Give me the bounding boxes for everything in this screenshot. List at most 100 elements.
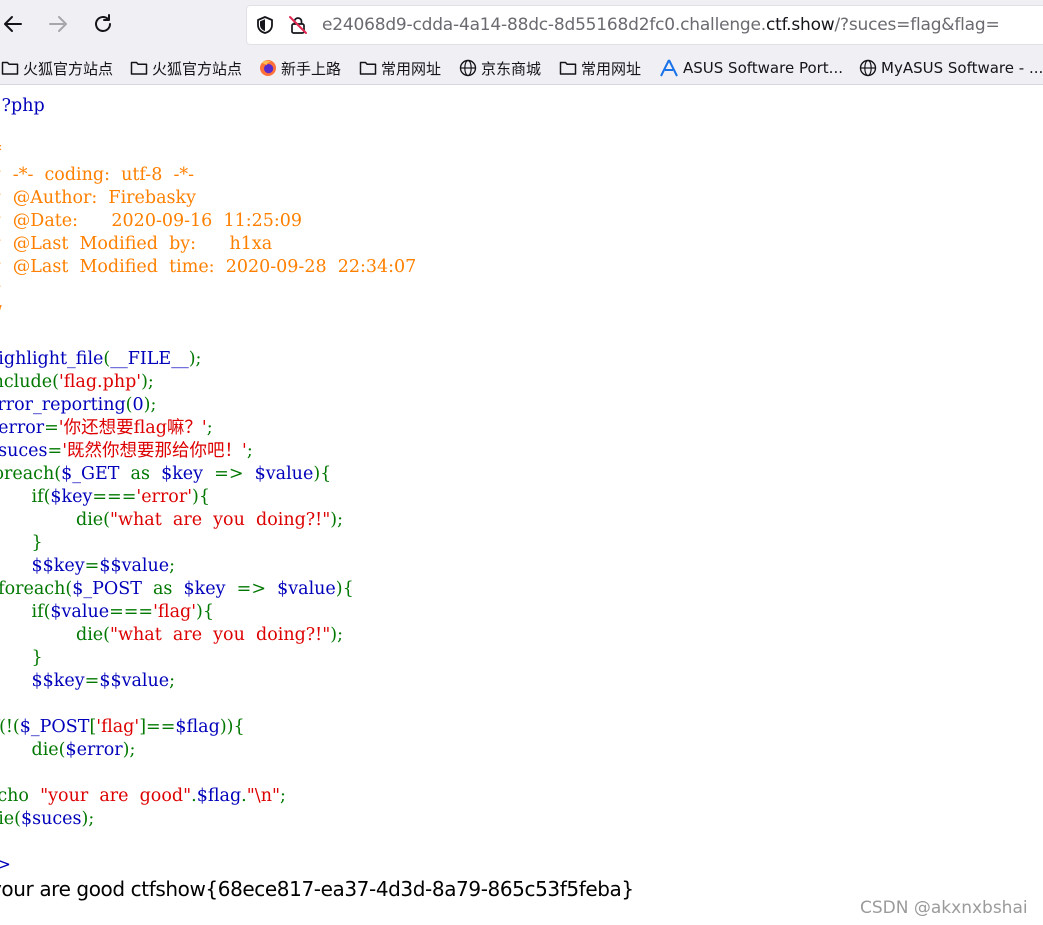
folder-icon bbox=[359, 61, 377, 75]
code-token-string: '既然你想要那给你吧！' bbox=[62, 441, 247, 461]
code-token-keyword: } bbox=[31, 648, 43, 668]
code-token-keyword: ){ bbox=[196, 602, 214, 622]
code-line: ?> bbox=[0, 855, 11, 875]
code-token-keyword: ){ bbox=[192, 487, 210, 507]
url-query: /?suces=flag&flag= bbox=[834, 15, 1000, 35]
bookmark-label: 常用网址 bbox=[381, 59, 442, 78]
code-token-string: 'error' bbox=[136, 487, 193, 507]
code-line: die($error); bbox=[0, 740, 136, 760]
back-icon bbox=[4, 16, 22, 32]
code-token-string: '你还想要flag嘛？' bbox=[58, 418, 207, 438]
code-line: if($key==='error'){ bbox=[0, 487, 210, 507]
code-token-keyword: die( bbox=[31, 740, 66, 760]
code-line: # bbox=[0, 280, 2, 300]
back-button[interactable] bbox=[0, 6, 31, 42]
bookmark-item[interactable]: 新手上路 bbox=[259, 52, 341, 84]
code-token-default: $error bbox=[0, 418, 45, 438]
code-token-keyword: === bbox=[92, 487, 137, 507]
code-token-comment: # @Date: 2020-09-16 11:25:09 bbox=[0, 211, 303, 231]
code-token-keyword: die( bbox=[0, 809, 21, 829]
code-token-keyword: if( bbox=[31, 602, 51, 622]
code-token-keyword: if(!( bbox=[0, 717, 20, 737]
code-token-default: ?> bbox=[0, 855, 12, 875]
globe-icon bbox=[459, 59, 477, 77]
code-line: # -*- coding: utf-8 -*- bbox=[0, 165, 194, 185]
insecure-lock-icon[interactable] bbox=[288, 15, 308, 35]
code-line: $$key=$$value; bbox=[0, 556, 176, 576]
shield-icon[interactable] bbox=[255, 15, 275, 35]
code-token-keyword: ); bbox=[81, 809, 95, 829]
code-line: foreach($_GET as $key => $value){ bbox=[0, 464, 331, 484]
code-token-keyword: die( bbox=[76, 625, 110, 645]
code-token-default: $_POST bbox=[19, 717, 90, 737]
code-token-comment: # @Author: Firebasky bbox=[0, 188, 196, 208]
code-line: # @Author: Firebasky bbox=[0, 188, 196, 208]
bookmark-item[interactable]: 火狐官方站点 bbox=[1, 52, 113, 84]
code-token-comment: # @Last Modified time: 2020-09-28 22:34:… bbox=[0, 257, 417, 277]
code-token-keyword: as bbox=[153, 579, 184, 599]
code-line: # @Last Modified by: h1xa bbox=[0, 234, 272, 254]
code-token-default: $error bbox=[65, 740, 123, 760]
code-token-comment: /* bbox=[0, 142, 2, 162]
folder-icon bbox=[130, 61, 148, 75]
code-token-comment: */ bbox=[0, 303, 2, 323]
code-line: } bbox=[0, 533, 43, 553]
code-token-default: 0 bbox=[132, 395, 144, 415]
code-token-string: "\n" bbox=[246, 786, 281, 806]
code-line: $suces='既然你想要那给你吧！'; bbox=[0, 441, 253, 461]
code-token-default: error_reporting bbox=[0, 395, 126, 415]
code-token-keyword bbox=[0, 671, 32, 691]
code-line: if($value==='flag'){ bbox=[0, 602, 215, 622]
code-line: # @Last Modified time: 2020-09-28 22:34:… bbox=[0, 257, 416, 277]
code-token-string: "what are you doing?!" bbox=[110, 510, 331, 530]
forward-button[interactable] bbox=[40, 6, 76, 42]
code-line: error_reporting(0); bbox=[0, 395, 156, 415]
code-token-keyword: include( bbox=[0, 372, 59, 392]
code-token-keyword: ; bbox=[169, 671, 176, 691]
reload-button[interactable] bbox=[85, 6, 121, 42]
code-token-keyword: ( bbox=[125, 395, 133, 415]
code-token-keyword: === bbox=[109, 602, 154, 622]
bookmark-label: 常用网址 bbox=[581, 59, 642, 78]
code-token-keyword: } bbox=[31, 533, 43, 553]
url-text[interactable]: e24068d9-cdda-4a14-88dc-8d55168d2fc0.cha… bbox=[322, 5, 1000, 45]
code-token-keyword: ); bbox=[330, 510, 343, 530]
code-line: /* bbox=[0, 142, 2, 162]
csdn-watermark: CSDN @akxnxbshai bbox=[860, 898, 1028, 918]
folder-icon bbox=[1, 61, 19, 75]
bookmark-label: 新手上路 bbox=[281, 59, 342, 78]
code-token-keyword: )){ bbox=[219, 717, 245, 737]
code-token-keyword: = bbox=[84, 556, 100, 576]
code-token-keyword bbox=[0, 556, 32, 576]
code-token-keyword: ; bbox=[206, 418, 213, 438]
asus-icon bbox=[660, 59, 678, 77]
bookmark-item[interactable]: MyASUS Software - ... bbox=[859, 52, 1043, 84]
code-token-default: __FILE__ bbox=[110, 349, 189, 369]
code-token-keyword: ); bbox=[122, 740, 136, 760]
code-line: die($suces); bbox=[0, 809, 94, 829]
code-token-keyword: = bbox=[84, 671, 100, 691]
code-token-keyword: ){ bbox=[313, 464, 332, 484]
code-token-default: $key bbox=[161, 464, 215, 484]
code-token-default: $$key bbox=[31, 671, 85, 691]
code-line: if(!($_POST['flag']==$flag)){ bbox=[0, 717, 245, 737]
code-token-default: $value bbox=[50, 602, 110, 622]
code-token-keyword: ; bbox=[169, 556, 176, 576]
code-token-default: $key bbox=[183, 579, 237, 599]
bookmark-item[interactable]: 常用网址 bbox=[359, 52, 441, 84]
url-domain: ctf.show bbox=[765, 15, 835, 35]
bookmark-label: 火狐官方站点 bbox=[152, 59, 243, 78]
code-line: die("what are you doing?!"); bbox=[0, 510, 343, 530]
bookmark-item[interactable]: 火狐官方站点 bbox=[130, 52, 242, 84]
folder-icon bbox=[559, 61, 577, 75]
bookmark-item[interactable]: 常用网址 bbox=[559, 52, 641, 84]
code-token-keyword: ; bbox=[280, 786, 286, 806]
bookmark-item[interactable]: 京东商城 bbox=[459, 52, 541, 84]
bookmark-item[interactable]: ASUS Software Port... bbox=[659, 52, 843, 84]
bookmark-label: 火狐官方站点 bbox=[23, 59, 114, 78]
code-token-keyword: = bbox=[47, 441, 63, 461]
bookmark-label: ASUS Software Port... bbox=[683, 59, 843, 77]
code-token-default: $_POST bbox=[72, 579, 153, 599]
code-token-comment: # @Last Modified by: h1xa bbox=[0, 234, 273, 254]
address-bar[interactable]: e24068d9-cdda-4a14-88dc-8d55168d2fc0.cha… bbox=[246, 5, 1043, 45]
